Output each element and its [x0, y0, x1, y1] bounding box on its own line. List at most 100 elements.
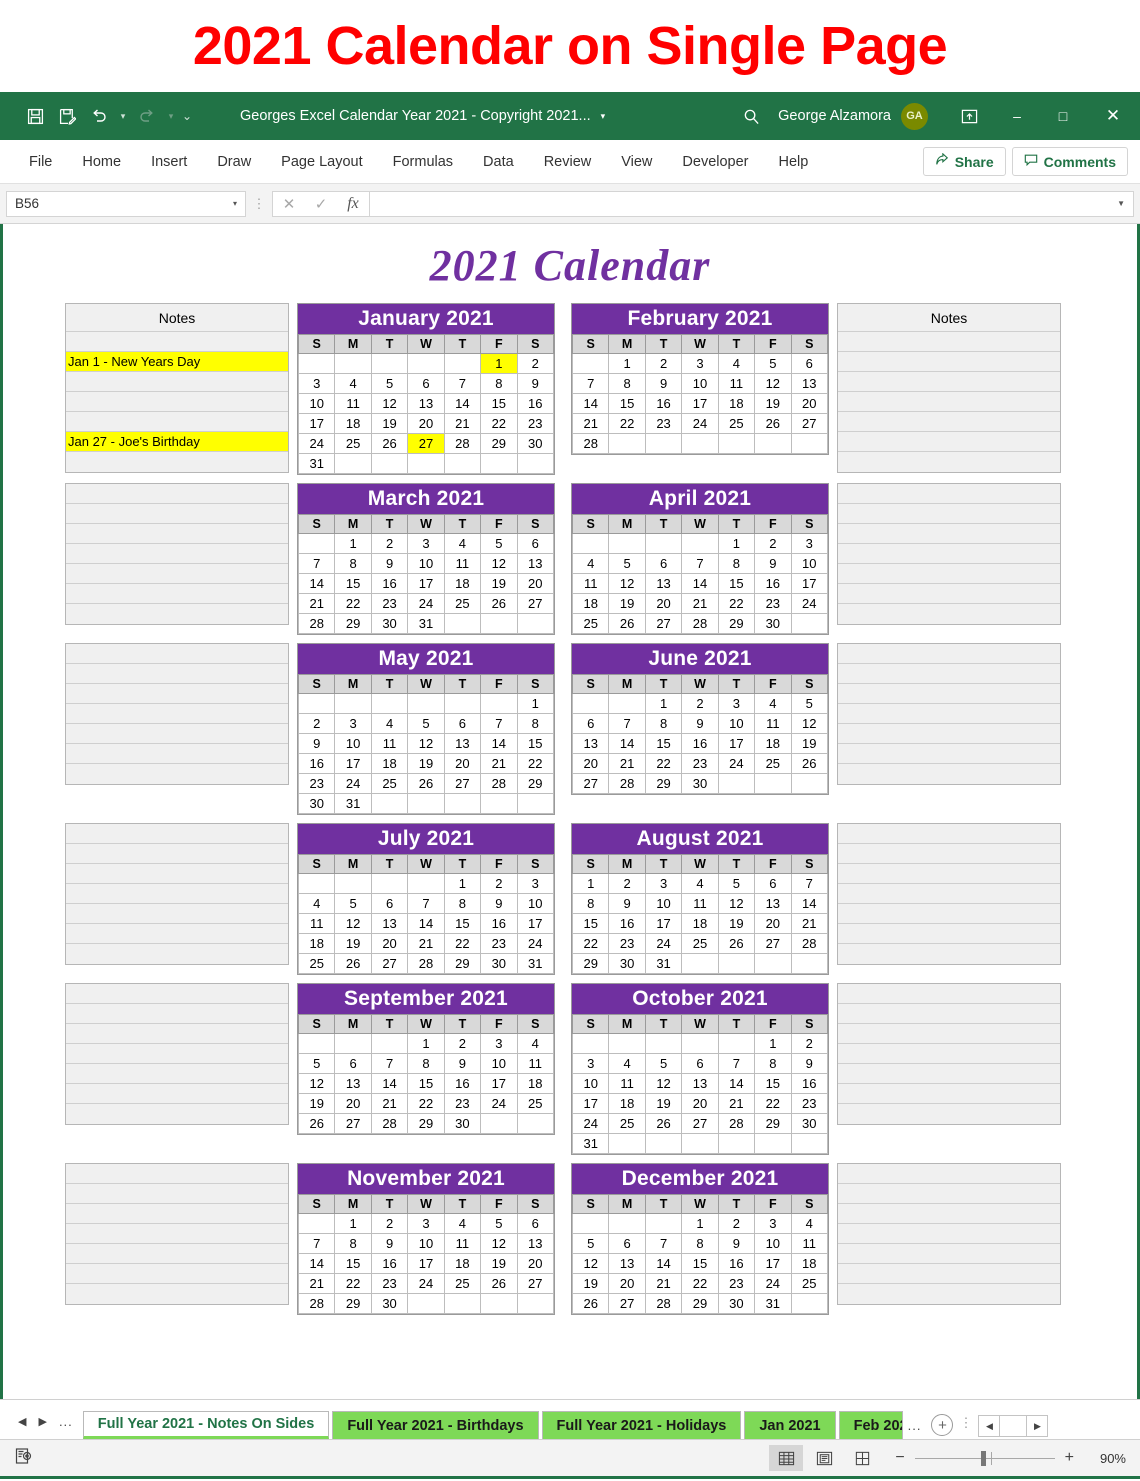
day-cell[interactable]: 15 — [480, 393, 518, 414]
day-cell[interactable]: 30 — [516, 433, 555, 454]
day-cell-empty[interactable] — [334, 693, 372, 714]
day-cell[interactable]: 16 — [370, 573, 409, 594]
day-cell[interactable]: 27 — [334, 1113, 372, 1134]
day-cell[interactable]: 11 — [370, 733, 409, 754]
zoom-out-button[interactable]: − — [895, 1449, 904, 1467]
day-cell[interactable]: 5 — [334, 893, 372, 914]
day-cell[interactable]: 8 — [754, 1053, 792, 1074]
month-block-may-2021[interactable]: May 2021 S M T W T F S 1 2 3 4 5 6 7 8 9 10 11 12 13 14 15 16 17… — [297, 643, 555, 815]
day-cell[interactable]: 9 — [717, 1233, 756, 1254]
day-cell-empty[interactable] — [644, 433, 683, 454]
day-cell[interactable]: 1 — [516, 693, 555, 714]
note-empty-cell[interactable] — [66, 1004, 288, 1024]
day-cell-empty[interactable] — [443, 353, 482, 374]
day-cell[interactable]: 4 — [608, 1053, 646, 1074]
day-cell[interactable]: 11 — [443, 553, 482, 574]
day-cell[interactable]: 15 — [334, 1253, 372, 1274]
day-cell[interactable]: 17 — [571, 1093, 610, 1114]
day-cell[interactable]: 8 — [571, 893, 610, 914]
day-cell[interactable]: 3 — [297, 373, 336, 394]
day-cell[interactable]: 1 — [754, 1033, 792, 1054]
day-cell[interactable]: 7 — [480, 713, 518, 734]
day-cell[interactable]: 18 — [443, 573, 482, 594]
day-cell[interactable]: 3 — [717, 693, 756, 714]
next-sheet-icon[interactable]: ▶ — [38, 1415, 46, 1428]
day-cell[interactable]: 8 — [717, 553, 756, 574]
day-cell[interactable]: 9 — [370, 1233, 409, 1254]
day-cell[interactable]: 26 — [334, 953, 372, 974]
day-cell[interactable]: 10 — [334, 733, 372, 754]
note-empty-cell[interactable] — [66, 1044, 288, 1064]
day-cell-empty[interactable] — [370, 693, 409, 714]
day-cell[interactable]: 20 — [370, 933, 409, 954]
customize-qat-icon[interactable]: ⌄ — [180, 109, 194, 123]
day-cell[interactable]: 13 — [681, 1073, 719, 1094]
day-cell[interactable]: 5 — [480, 533, 518, 554]
day-cell[interactable]: 26 — [480, 1273, 518, 1294]
day-cell-empty[interactable] — [717, 1133, 756, 1154]
search-icon[interactable] — [724, 108, 778, 125]
zoom-slider[interactable] — [914, 1450, 1055, 1466]
note-empty-cell[interactable] — [838, 684, 1060, 704]
month-block-october-2021[interactable]: October 2021 S M T W T F S 1 2 3 4 5 6 7 8 9 10 11 12 13 14 15… — [571, 983, 829, 1155]
day-cell[interactable]: 12 — [297, 1073, 336, 1094]
month-block-february-2021[interactable]: February 2021 S M T W T F S 1 2 3 4 5 6 7 8 9 10 11 12 13 14 1… — [571, 303, 829, 455]
note-empty-cell[interactable] — [838, 524, 1060, 544]
note-empty-cell[interactable] — [838, 504, 1060, 524]
note-empty-cell[interactable] — [838, 412, 1060, 432]
day-cell[interactable]: 5 — [297, 1053, 336, 1074]
day-cell-empty[interactable] — [370, 1033, 409, 1054]
month-block-june-2021[interactable]: June 2021 S M T W T F S 1 2 3 4 5 6 7 8 9 10 11 12 13 14 15 16 1… — [571, 643, 829, 795]
day-cell[interactable]: 24 — [297, 433, 336, 454]
day-cell[interactable]: 13 — [516, 553, 555, 574]
day-cell[interactable]: 25 — [334, 433, 372, 454]
day-cell[interactable]: 15 — [571, 913, 610, 934]
day-cell-empty[interactable] — [407, 793, 445, 814]
day-cell[interactable]: 21 — [443, 413, 482, 434]
day-cell[interactable]: 20 — [644, 593, 683, 614]
day-cell[interactable]: 12 — [717, 893, 756, 914]
day-cell[interactable]: 6 — [334, 1053, 372, 1074]
note-empty-cell[interactable] — [66, 524, 288, 544]
note-empty-cell[interactable] — [838, 544, 1060, 564]
autosave-edit-icon[interactable] — [52, 101, 82, 131]
day-cell[interactable]: 13 — [790, 373, 829, 394]
day-cell[interactable]: 23 — [754, 593, 792, 614]
day-cell[interactable]: 5 — [717, 873, 756, 894]
day-cell[interactable]: 7 — [717, 1053, 756, 1074]
note-empty-cell[interactable] — [838, 332, 1060, 352]
day-cell[interactable]: 3 — [681, 353, 719, 374]
day-cell[interactable]: 16 — [516, 393, 555, 414]
day-cell[interactable]: 18 — [608, 1093, 646, 1114]
day-cell[interactable]: 26 — [370, 433, 409, 454]
tab-review[interactable]: Review — [531, 148, 605, 176]
day-cell[interactable]: 12 — [754, 373, 792, 394]
day-cell-empty[interactable] — [608, 1213, 646, 1234]
note-empty-cell[interactable] — [838, 564, 1060, 584]
day-cell[interactable]: 9 — [297, 733, 336, 754]
day-cell[interactable]: 29 — [571, 953, 610, 974]
day-cell-empty[interactable] — [571, 693, 610, 714]
day-cell[interactable]: 22 — [480, 413, 518, 434]
notes-panel-right-2[interactable] — [837, 643, 1061, 785]
note-empty-cell[interactable] — [66, 504, 288, 524]
tab-page-layout[interactable]: Page Layout — [268, 148, 375, 176]
note-empty-cell[interactable] — [66, 724, 288, 744]
day-cell[interactable]: 21 — [790, 913, 829, 934]
day-cell[interactable]: 30 — [754, 613, 792, 634]
day-cell-empty[interactable] — [297, 873, 336, 894]
day-cell[interactable]: 26 — [297, 1113, 336, 1134]
note-empty-cell[interactable] — [838, 744, 1060, 764]
day-cell[interactable]: 6 — [644, 553, 683, 574]
day-cell-empty[interactable] — [608, 533, 646, 554]
day-cell[interactable]: 8 — [644, 713, 683, 734]
undo-icon[interactable] — [84, 101, 114, 131]
day-cell[interactable]: 16 — [297, 753, 336, 774]
day-cell[interactable]: 12 — [608, 573, 646, 594]
day-cell-empty[interactable] — [407, 873, 445, 894]
day-cell-empty[interactable] — [370, 873, 409, 894]
note-empty-cell[interactable] — [66, 824, 288, 844]
day-cell[interactable]: 8 — [407, 1053, 445, 1074]
note-empty-cell[interactable] — [66, 412, 288, 432]
day-cell[interactable]: 28 — [644, 1293, 683, 1314]
